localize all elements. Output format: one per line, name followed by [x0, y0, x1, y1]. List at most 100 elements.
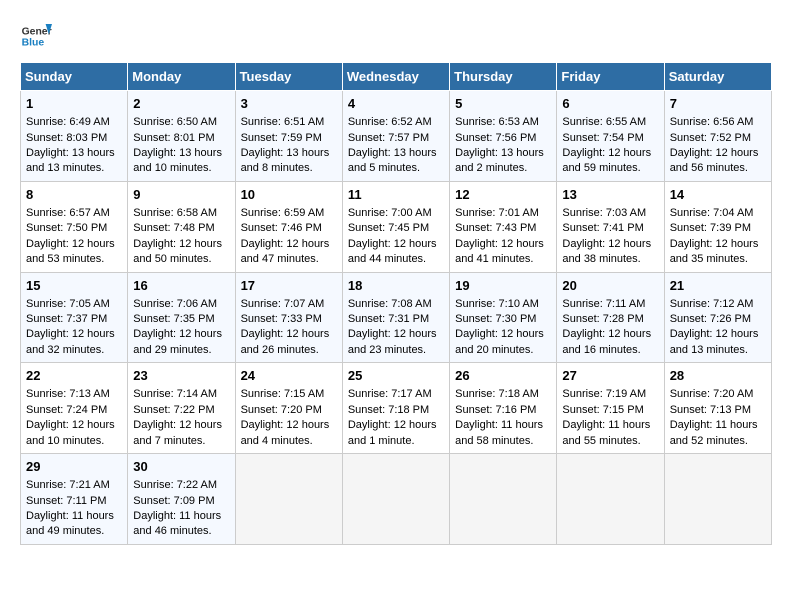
cell-info-line: and 7 minutes. — [133, 434, 229, 449]
day-header-tuesday: Tuesday — [235, 63, 342, 91]
cell-info-line: Sunset: 7:46 PM — [241, 221, 337, 236]
cell-info-line: Daylight: 13 hours — [241, 146, 337, 161]
cell-info-line: and 50 minutes. — [133, 252, 229, 267]
calendar-week-4: 22Sunrise: 7:13 AMSunset: 7:24 PMDayligh… — [21, 363, 772, 454]
calendar-body: 1Sunrise: 6:49 AMSunset: 8:03 PMDaylight… — [21, 91, 772, 545]
cell-info-line: Sunrise: 7:06 AM — [133, 297, 229, 312]
cell-info-line: Sunset: 7:54 PM — [562, 131, 658, 146]
cell-info-line: Sunset: 7:56 PM — [455, 131, 551, 146]
cell-info-line: Sunrise: 6:51 AM — [241, 115, 337, 130]
cell-info-line: Daylight: 12 hours — [348, 237, 444, 252]
calendar-cell: 12Sunrise: 7:01 AMSunset: 7:43 PMDayligh… — [450, 181, 557, 272]
cell-info-line: Sunset: 7:39 PM — [670, 221, 766, 236]
calendar-cell: 7Sunrise: 6:56 AMSunset: 7:52 PMDaylight… — [664, 91, 771, 182]
cell-info-line: Sunset: 7:30 PM — [455, 312, 551, 327]
cell-info-line: Daylight: 13 hours — [348, 146, 444, 161]
calendar-cell: 8Sunrise: 6:57 AMSunset: 7:50 PMDaylight… — [21, 181, 128, 272]
cell-info-line: and 58 minutes. — [455, 434, 551, 449]
calendar-cell: 6Sunrise: 6:55 AMSunset: 7:54 PMDaylight… — [557, 91, 664, 182]
cell-info-line: and 8 minutes. — [241, 161, 337, 176]
day-number: 20 — [562, 277, 658, 295]
cell-info-line: and 44 minutes. — [348, 252, 444, 267]
cell-info-line: Sunset: 7:48 PM — [133, 221, 229, 236]
cell-info-line: Sunset: 7:33 PM — [241, 312, 337, 327]
cell-info-line: Daylight: 13 hours — [133, 146, 229, 161]
calendar-cell: 16Sunrise: 7:06 AMSunset: 7:35 PMDayligh… — [128, 272, 235, 363]
day-number: 13 — [562, 186, 658, 204]
svg-text:Blue: Blue — [22, 38, 45, 49]
calendar-cell: 3Sunrise: 6:51 AMSunset: 7:59 PMDaylight… — [235, 91, 342, 182]
day-number: 21 — [670, 277, 766, 295]
day-header-monday: Monday — [128, 63, 235, 91]
day-header-saturday: Saturday — [664, 63, 771, 91]
cell-info-line: Daylight: 12 hours — [133, 327, 229, 342]
day-number: 8 — [26, 186, 122, 204]
calendar-cell — [235, 454, 342, 545]
cell-info-line: and 13 minutes. — [670, 343, 766, 358]
calendar-week-3: 15Sunrise: 7:05 AMSunset: 7:37 PMDayligh… — [21, 272, 772, 363]
cell-info-line: Sunrise: 6:50 AM — [133, 115, 229, 130]
calendar-cell: 11Sunrise: 7:00 AMSunset: 7:45 PMDayligh… — [342, 181, 449, 272]
cell-info-line: Daylight: 12 hours — [455, 237, 551, 252]
cell-info-line: Daylight: 12 hours — [562, 146, 658, 161]
day-header-friday: Friday — [557, 63, 664, 91]
cell-info-line: Daylight: 13 hours — [455, 146, 551, 161]
day-number: 2 — [133, 95, 229, 113]
day-header-wednesday: Wednesday — [342, 63, 449, 91]
cell-info-line: Sunset: 8:03 PM — [26, 131, 122, 146]
day-number: 27 — [562, 367, 658, 385]
cell-info-line: Daylight: 12 hours — [670, 237, 766, 252]
cell-info-line: and 35 minutes. — [670, 252, 766, 267]
cell-info-line: Sunrise: 7:08 AM — [348, 297, 444, 312]
calendar-cell: 13Sunrise: 7:03 AMSunset: 7:41 PMDayligh… — [557, 181, 664, 272]
cell-info-line: and 59 minutes. — [562, 161, 658, 176]
cell-info-line: Daylight: 11 hours — [133, 509, 229, 524]
cell-info-line: and 53 minutes. — [26, 252, 122, 267]
calendar-cell: 17Sunrise: 7:07 AMSunset: 7:33 PMDayligh… — [235, 272, 342, 363]
cell-info-line: Sunrise: 7:05 AM — [26, 297, 122, 312]
cell-info-line: Daylight: 12 hours — [133, 418, 229, 433]
day-number: 18 — [348, 277, 444, 295]
page-header: General Blue — [20, 20, 772, 52]
cell-info-line: Sunset: 7:20 PM — [241, 403, 337, 418]
calendar-cell: 22Sunrise: 7:13 AMSunset: 7:24 PMDayligh… — [21, 363, 128, 454]
day-number: 25 — [348, 367, 444, 385]
cell-info-line: Sunrise: 7:19 AM — [562, 387, 658, 402]
cell-info-line: Sunset: 7:15 PM — [562, 403, 658, 418]
calendar-cell: 26Sunrise: 7:18 AMSunset: 7:16 PMDayligh… — [450, 363, 557, 454]
cell-info-line: and 52 minutes. — [670, 434, 766, 449]
cell-info-line: Sunrise: 6:52 AM — [348, 115, 444, 130]
calendar-week-1: 1Sunrise: 6:49 AMSunset: 8:03 PMDaylight… — [21, 91, 772, 182]
cell-info-line: Sunrise: 7:20 AM — [670, 387, 766, 402]
cell-info-line: Sunset: 7:57 PM — [348, 131, 444, 146]
day-number: 16 — [133, 277, 229, 295]
day-number: 30 — [133, 458, 229, 476]
cell-info-line: and 4 minutes. — [241, 434, 337, 449]
cell-info-line: Daylight: 12 hours — [562, 327, 658, 342]
calendar-cell: 20Sunrise: 7:11 AMSunset: 7:28 PMDayligh… — [557, 272, 664, 363]
calendar-cell: 25Sunrise: 7:17 AMSunset: 7:18 PMDayligh… — [342, 363, 449, 454]
cell-info-line: and 1 minute. — [348, 434, 444, 449]
day-number: 22 — [26, 367, 122, 385]
cell-info-line: Sunset: 7:37 PM — [26, 312, 122, 327]
cell-info-line: Daylight: 12 hours — [562, 237, 658, 252]
calendar-cell: 18Sunrise: 7:08 AMSunset: 7:31 PMDayligh… — [342, 272, 449, 363]
cell-info-line: Sunrise: 7:00 AM — [348, 206, 444, 221]
cell-info-line: Sunrise: 6:56 AM — [670, 115, 766, 130]
cell-info-line: Daylight: 12 hours — [348, 327, 444, 342]
cell-info-line: Daylight: 11 hours — [26, 509, 122, 524]
cell-info-line: and 56 minutes. — [670, 161, 766, 176]
calendar-cell: 21Sunrise: 7:12 AMSunset: 7:26 PMDayligh… — [664, 272, 771, 363]
cell-info-line: and 13 minutes. — [26, 161, 122, 176]
cell-info-line: Sunrise: 6:55 AM — [562, 115, 658, 130]
cell-info-line: Sunrise: 6:58 AM — [133, 206, 229, 221]
cell-info-line: Daylight: 12 hours — [133, 237, 229, 252]
calendar-cell: 5Sunrise: 6:53 AMSunset: 7:56 PMDaylight… — [450, 91, 557, 182]
calendar-week-5: 29Sunrise: 7:21 AMSunset: 7:11 PMDayligh… — [21, 454, 772, 545]
calendar-cell: 14Sunrise: 7:04 AMSunset: 7:39 PMDayligh… — [664, 181, 771, 272]
calendar-cell — [664, 454, 771, 545]
day-number: 12 — [455, 186, 551, 204]
cell-info-line: and 26 minutes. — [241, 343, 337, 358]
cell-info-line: Sunset: 7:50 PM — [26, 221, 122, 236]
cell-info-line: Sunrise: 7:14 AM — [133, 387, 229, 402]
